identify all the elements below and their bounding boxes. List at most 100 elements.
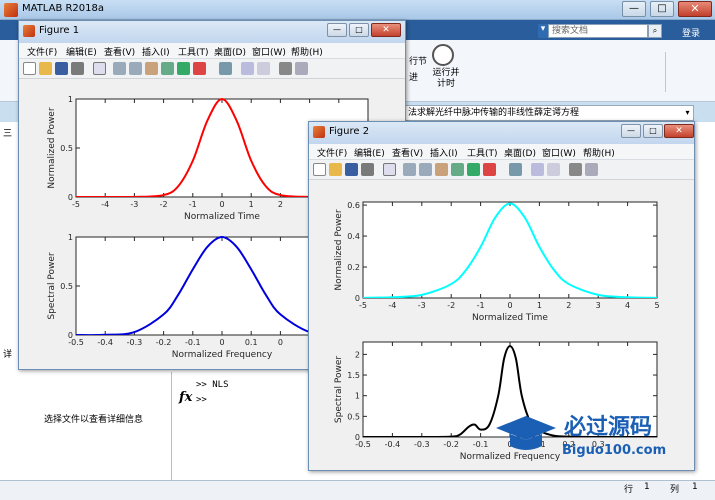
pan-icon[interactable] [435,163,448,176]
show-tools-icon[interactable] [585,163,598,176]
brush-icon[interactable] [483,163,496,176]
ribbon-advance-label[interactable]: 进 [409,70,418,83]
open-file-icon[interactable] [39,62,52,75]
menu-view[interactable]: 查看(V) [104,45,135,58]
colorbar-icon[interactable] [531,163,544,176]
hide-tools-icon[interactable] [279,62,292,75]
x-tick-label: -4 [388,301,396,310]
menu-insert[interactable]: 插入(I) [430,146,458,159]
x-tick-label: -0.5 [355,440,371,449]
menu-insert[interactable]: 插入(I) [142,45,170,58]
menu-view[interactable]: 查看(V) [392,146,423,159]
status-row-label: 行 [624,485,634,495]
help-dropdown-icon[interactable]: ▾ [538,24,548,38]
save-icon[interactable] [345,163,358,176]
editor-tab-title[interactable]: 法求解光纤中脉冲传输的非线性薛定谔方程 [404,105,694,121]
close-button[interactable]: ✕ [664,124,694,138]
zoom-in-icon[interactable] [113,62,126,75]
minimize-button[interactable]: — [327,23,347,37]
new-figure-icon[interactable] [313,163,326,176]
menu-file[interactable]: 文件(F) [27,45,57,58]
chevron-down-icon[interactable]: ▾ [682,106,693,120]
show-tools-icon[interactable] [295,62,308,75]
maximize-button[interactable]: □ [349,23,369,37]
menu-edit[interactable]: 编辑(E) [354,146,385,159]
menu-tools[interactable]: 工具(T) [178,45,209,58]
zoom-out-icon[interactable] [419,163,432,176]
colorbar-icon[interactable] [241,62,254,75]
legend-icon[interactable] [547,163,560,176]
run-and-time-icon[interactable] [432,44,454,66]
legend-icon[interactable] [257,62,270,75]
search-icon[interactable]: ⌕ [648,24,662,38]
edit-plot-icon[interactable] [93,62,106,75]
save-icon[interactable] [55,62,68,75]
menu-help[interactable]: 帮助(H) [583,146,615,159]
x-tick-label: -0.1 [185,338,201,347]
figure-icon [23,25,35,37]
x-tick-label: -5 [72,200,80,209]
menu-edit[interactable]: 编辑(E) [66,45,97,58]
figure-title-bar[interactable]: Figure 1 — □ ✕ [19,21,405,43]
status-col-label: 列 [670,485,680,495]
zoom-in-icon[interactable] [403,163,416,176]
x-tick-label: -0.2 [443,440,459,449]
figure-title: Figure 2 [329,126,370,137]
function-browser-icon[interactable]: fx [179,390,192,405]
menu-file[interactable]: 文件(F) [317,146,347,159]
menu-tools[interactable]: 工具(T) [467,146,498,159]
print-icon[interactable] [71,62,84,75]
x-tick-label: 0 [219,200,224,209]
login-link[interactable]: 登录 [682,26,700,39]
details-placeholder-text: 选择文件以查看详细信息 [44,415,144,425]
command-prompt[interactable]: >> [196,395,207,405]
zoom-out-icon[interactable] [129,62,142,75]
ribbon-separator [665,52,666,92]
print-icon[interactable] [361,163,374,176]
link-plot-icon[interactable] [219,62,232,75]
brush-icon[interactable] [193,62,206,75]
menu-window[interactable]: 窗口(W) [252,45,286,58]
open-file-icon[interactable] [329,163,342,176]
maximize-button[interactable]: □ [643,124,663,138]
pan-icon[interactable] [145,62,158,75]
link-plot-icon[interactable] [509,163,522,176]
menu-help[interactable]: 帮助(H) [291,45,323,58]
menu-window[interactable]: 窗口(W) [542,146,576,159]
y-axis-label: Normalized Power [47,107,57,188]
x-tick-label: 2 [278,200,283,209]
figure-title-bar[interactable]: Figure 2 — □ ✕ [309,122,694,144]
y-tick-label: 0.2 [347,263,360,272]
matlab-close-button[interactable]: ✕ [678,1,712,17]
x-tick-label: -0.4 [385,440,401,449]
data-cursor-icon[interactable] [177,62,190,75]
minimize-button[interactable]: — [621,124,641,138]
x-tick-label: -2 [447,301,455,310]
x-tick-label: 0 [507,301,512,310]
menu-desktop[interactable]: 桌面(D) [214,45,246,58]
data-cursor-icon[interactable] [467,163,480,176]
figure-toolbar [309,160,694,180]
figure-icon [313,126,325,138]
matlab-minimize-button[interactable]: — [622,1,646,17]
matlab-maximize-button[interactable]: □ [650,1,674,17]
menu-desktop[interactable]: 桌面(D) [504,146,536,159]
doc-search-input[interactable]: 搜索文档 [548,24,648,38]
hide-tools-icon[interactable] [569,163,582,176]
figure-menubar: 文件(F) 编辑(E) 查看(V) 插入(I) 工具(T) 桌面(D) 窗口(W… [19,43,405,59]
svg-text:Biguo100.com: Biguo100.com [562,443,666,458]
y-tick-label: 1 [68,95,73,104]
close-button[interactable]: ✕ [371,23,401,37]
new-figure-icon[interactable] [23,62,36,75]
rotate-icon[interactable] [451,163,464,176]
edit-plot-icon[interactable] [383,163,396,176]
ribbon-section-label[interactable]: 行节 [409,54,427,67]
status-bar [0,480,715,500]
status-row-value: 1 [644,482,650,492]
run-and-time-label[interactable]: 运行并 计时 [431,68,461,90]
rotate-icon[interactable] [161,62,174,75]
axes-group: 00.20.40.6-5 -4 -3 -2 -1 0 1 2 3 4 5Normalized Tim… [334,201,660,323]
y-tick-label: 2 [355,350,360,359]
figure-toolbar [19,59,405,79]
x-tick-label: -0.3 [127,338,143,347]
